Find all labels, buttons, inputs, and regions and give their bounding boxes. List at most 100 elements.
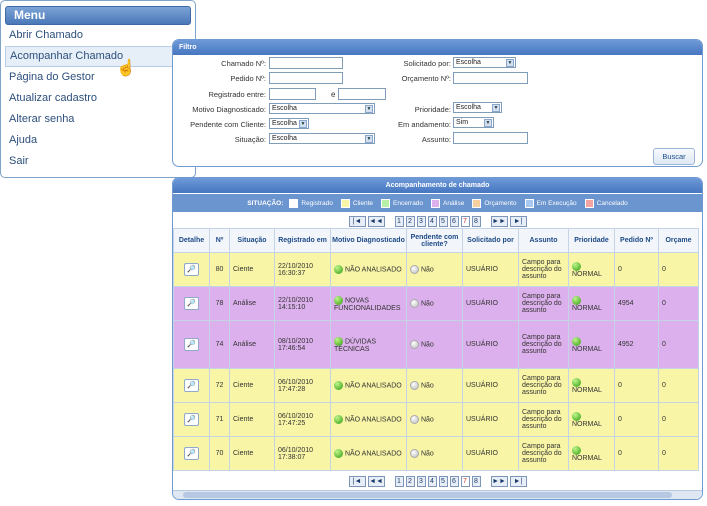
- menu-item-sair[interactable]: Sair: [5, 151, 191, 172]
- registrado-to-input[interactable]: [338, 88, 386, 100]
- pager-page-button[interactable]: 1: [394, 215, 404, 227]
- assunto-label: Assunto:: [421, 135, 451, 144]
- column-header[interactable]: Detalhe: [173, 228, 210, 253]
- ticket-prioridade: NORMAL: [572, 270, 602, 278]
- pendente-select[interactable]: Escolha ▼: [269, 118, 309, 129]
- pager-page-button[interactable]: 5: [438, 475, 448, 487]
- pager-page-button[interactable]: 4: [427, 215, 437, 227]
- column-header[interactable]: Pendente com cliente?: [406, 228, 463, 253]
- chevron-down-icon: ▼: [484, 119, 492, 127]
- magnifier-icon[interactable]: 🔎: [184, 297, 199, 310]
- chevron-down-icon: ▼: [365, 135, 373, 143]
- legend-label-text: Registrado: [301, 199, 333, 207]
- pager-last-button[interactable]: ►|: [509, 215, 527, 227]
- ticket-solicitado: USUÁRIO: [466, 341, 498, 348]
- chevron-down-icon: ▼: [506, 59, 514, 67]
- ticket-pendente: Não: [420, 450, 434, 458]
- pager-next-button[interactable]: ►►: [490, 475, 508, 487]
- pager-page-button[interactable]: 3: [416, 215, 426, 227]
- orcamento-input[interactable]: [453, 72, 528, 84]
- menu-item-alterar-senha[interactable]: Alterar senha: [5, 109, 191, 130]
- menu-item-pagina-gestor[interactable]: Página do Gestor: [5, 67, 191, 88]
- ticket-pedido: 0: [618, 416, 622, 423]
- ticket-orcamento: 0: [662, 382, 666, 389]
- table-row: 🔎 71 Ciente 06/10/2010 17:47:25 NÃO ANALISA…: [173, 402, 699, 437]
- magnifier-icon[interactable]: 🔎: [184, 338, 199, 351]
- menu-item-acompanhar-chamado[interactable]: Acompanhar Chamado: [5, 46, 191, 67]
- ticket-assunto: Campo para descrição do assunto: [522, 259, 562, 280]
- buscar-button[interactable]: Buscar: [653, 148, 695, 165]
- pedido-input[interactable]: [269, 72, 343, 84]
- horizontal-scrollbar[interactable]: [173, 490, 702, 499]
- pager-first-button[interactable]: |◄: [348, 475, 366, 487]
- ticket-pendente: Não: [420, 300, 434, 308]
- grid-title: Acompanhamento de chamado: [173, 178, 702, 193]
- pager-last-button[interactable]: ►|: [509, 475, 527, 487]
- pager-prev-button[interactable]: ◄◄: [367, 475, 385, 487]
- magnifier-icon[interactable]: 🔎: [184, 413, 199, 426]
- registrado-e-label: e: [331, 90, 336, 99]
- green-dot-icon: [572, 445, 581, 455]
- column-header[interactable]: Pedido Nº: [614, 228, 659, 253]
- pager-page-button[interactable]: 1: [394, 475, 404, 487]
- motivo-select[interactable]: Escolha ▼: [269, 103, 375, 114]
- pager-first-button[interactable]: |◄: [348, 215, 366, 227]
- pager-page-button[interactable]: 3: [416, 475, 426, 487]
- pager-page-button[interactable]: 5: [438, 215, 448, 227]
- column-header[interactable]: Assunto: [518, 228, 569, 253]
- column-header[interactable]: Situação: [229, 228, 275, 253]
- ticket-solicitado: USUÁRIO: [466, 300, 498, 307]
- pager-page-button[interactable]: 7: [460, 215, 470, 227]
- andamento-value: Sim: [456, 119, 469, 126]
- menu-item-ajuda[interactable]: Ajuda: [5, 130, 191, 151]
- column-header[interactable]: Registrado em: [274, 228, 331, 253]
- ticket-date: 08/10/2010 17:46:54: [278, 337, 314, 352]
- registrado-from-input[interactable]: [269, 88, 316, 100]
- ticket-status: Ciente: [233, 450, 254, 457]
- column-header[interactable]: Solicitado por: [462, 228, 519, 253]
- pendente-label: Pendente com Cliente:: [190, 120, 266, 129]
- andamento-select[interactable]: Sim ▼: [453, 117, 494, 128]
- gray-dot-icon: [410, 299, 419, 308]
- menu-item-atualizar-cadastro[interactable]: Atualizar cadastro: [5, 88, 191, 109]
- column-header[interactable]: Prioridade: [568, 228, 615, 253]
- solicitado-label: Solicitado por:: [403, 59, 451, 68]
- ticket-prioridade: NORMAL: [572, 386, 602, 394]
- pager-page-button[interactable]: 8: [471, 215, 481, 227]
- situacao-label: Situação:: [234, 135, 266, 144]
- pager-page-button[interactable]: 6: [449, 475, 459, 487]
- pager-page-button[interactable]: 4: [427, 475, 437, 487]
- green-dot-icon: [572, 411, 581, 421]
- column-header[interactable]: Orçame: [658, 228, 699, 253]
- prioridade-select[interactable]: Escolha ▼: [453, 102, 502, 113]
- pager-prev-button[interactable]: ◄◄: [367, 215, 385, 227]
- scrollbar-thumb[interactable]: [183, 492, 672, 498]
- green-dot-icon: [334, 449, 343, 458]
- situacao-select[interactable]: Escolha ▼: [269, 133, 375, 144]
- chevron-down-icon: ▼: [365, 105, 373, 113]
- pager-page-button[interactable]: 7: [460, 475, 470, 487]
- column-header[interactable]: Nº: [209, 228, 230, 253]
- column-header[interactable]: Motivo Diagnosticado: [330, 228, 407, 253]
- orcamento-label: Orçamento Nº:: [401, 74, 451, 83]
- pager-next-button[interactable]: ►►: [490, 215, 508, 227]
- assunto-input[interactable]: [453, 132, 528, 144]
- menu-item-abrir-chamado[interactable]: Abrir Chamado: [5, 25, 191, 46]
- solicitado-value: Escolha: [456, 59, 481, 66]
- ticket-pedido: 0: [618, 266, 622, 273]
- magnifier-icon[interactable]: 🔎: [184, 447, 199, 460]
- magnifier-icon[interactable]: 🔎: [184, 379, 199, 392]
- pager-page-button[interactable]: 2: [405, 215, 415, 227]
- pager-page-button[interactable]: 2: [405, 475, 415, 487]
- legend-swatch: [472, 198, 482, 208]
- legend-label: SITUAÇÃO:: [247, 199, 284, 207]
- legend-label-text: Em Execução: [536, 199, 577, 207]
- magnifier-icon[interactable]: 🔎: [184, 263, 199, 276]
- legend-label-text: Análise: [443, 199, 465, 207]
- solicitado-select[interactable]: Escolha ▼: [453, 57, 516, 68]
- legend-swatch: [289, 198, 299, 208]
- pager-page-button[interactable]: 6: [449, 215, 459, 227]
- chamado-input[interactable]: [269, 57, 343, 69]
- registrado-label: Registrado entre:: [208, 90, 266, 99]
- pager-page-button[interactable]: 8: [471, 475, 481, 487]
